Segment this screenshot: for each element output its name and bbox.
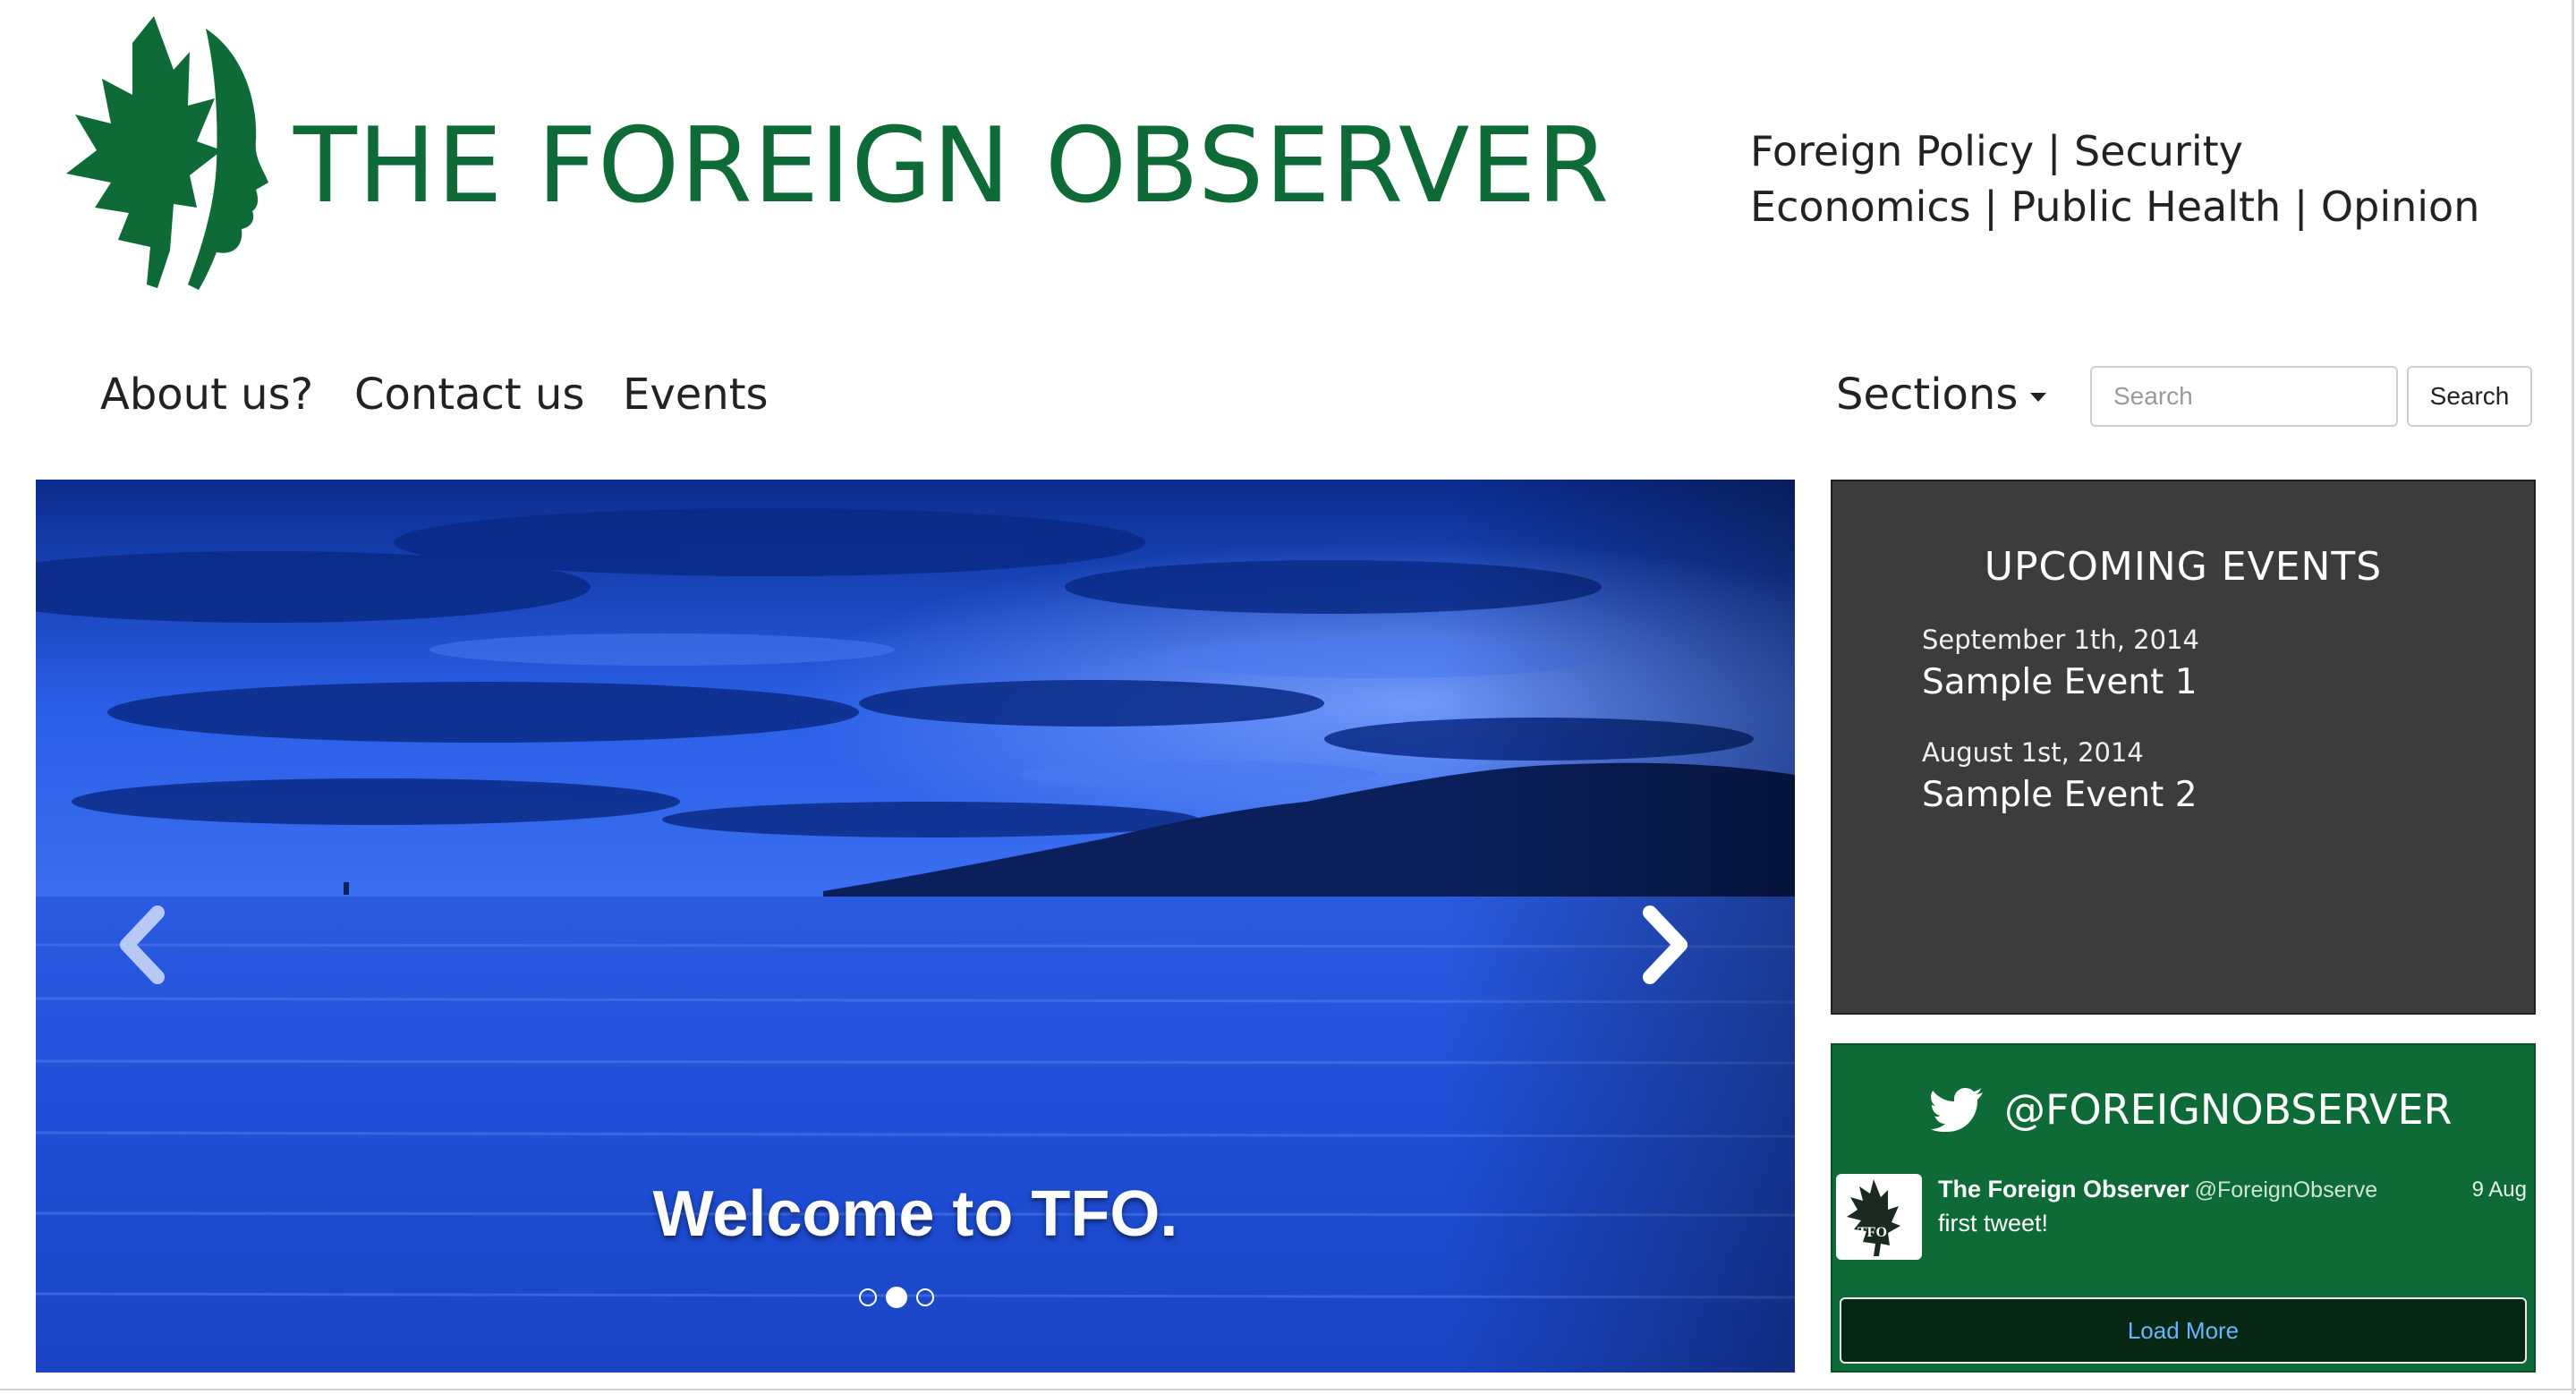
twitter-bird-icon <box>1931 1088 1983 1132</box>
chevron-right-icon[interactable] <box>1628 900 1700 990</box>
tweet-author-name: The Foreign Observer <box>1938 1176 2189 1203</box>
page-bottom-border <box>0 1389 2576 1390</box>
twitter-handle-link[interactable]: @FOREIGNOBSERVER <box>1931 1081 2452 1138</box>
event-link[interactable]: Sample Event 2 <box>1922 775 2198 815</box>
carousel-indicator-2[interactable] <box>886 1287 907 1308</box>
avatar-label: TFO <box>1858 1225 1887 1240</box>
site-tagline: Foreign Policy | Security Economics | Pu… <box>1750 123 2479 234</box>
page-right-border <box>2572 0 2574 1394</box>
load-more-button[interactable]: Load More <box>1840 1297 2527 1364</box>
carousel-caption: Welcome to TFO. <box>652 1178 1178 1250</box>
nav-link-events[interactable]: Events <box>623 370 769 420</box>
site-title[interactable]: THE FOREIGN OBSERVER <box>293 115 1610 218</box>
carousel-indicator-1[interactable] <box>859 1288 877 1306</box>
sections-dropdown-label: Sections <box>1836 370 2019 420</box>
tweet-date[interactable]: 9 Aug <box>2472 1177 2527 1203</box>
site-header: THE FOREIGN OBSERVER Foreign Policy | Se… <box>0 0 2576 331</box>
main-navigation: About us? Contact us Events Sections Sea… <box>0 353 2576 434</box>
tweet-screen-name: @ForeignObserve <box>2194 1177 2378 1203</box>
tagline-line-2: Economics | Public Health | Opinion <box>1750 183 2480 231</box>
upcoming-events-panel: UPCOMING EVENTS September 1th, 2014 Samp… <box>1831 480 2536 1015</box>
hero-carousel[interactable]: Welcome to TFO. <box>36 480 1795 1373</box>
caret-down-icon <box>2030 393 2047 402</box>
carousel-indicator-3[interactable] <box>916 1288 934 1306</box>
search-button[interactable]: Search <box>2407 366 2532 427</box>
sections-dropdown[interactable]: Sections <box>1836 370 2047 420</box>
carousel-indicators <box>859 1287 934 1308</box>
nav-link-contact[interactable]: Contact us <box>354 370 584 420</box>
search-input[interactable] <box>2090 366 2398 427</box>
tfo-avatar-leaf-icon: TFO <box>1847 1179 1900 1256</box>
leaf-profile-logo-icon[interactable] <box>39 16 272 292</box>
events-title: UPCOMING EVENTS <box>1984 544 2383 590</box>
twitter-feed-panel: @FOREIGNOBSERVER TFO The Foreign Observe… <box>1831 1043 2536 1373</box>
event-link[interactable]: Sample Event 1 <box>1922 662 2198 702</box>
event-date: September 1th, 2014 <box>1922 625 2199 655</box>
tweet-author-line[interactable]: The Foreign Observer @ForeignObserve <box>1938 1176 2377 1203</box>
tagline-line-1: Foreign Policy | Security <box>1750 127 2243 175</box>
tweet-text: first tweet! <box>1938 1210 2049 1237</box>
event-date: August 1st, 2014 <box>1922 737 2144 768</box>
nav-link-about[interactable]: About us? <box>100 370 313 420</box>
chevron-left-icon[interactable] <box>107 900 179 990</box>
twitter-handle-text: @FOREIGNOBSERVER <box>2004 1085 2453 1134</box>
tweet-avatar[interactable]: TFO <box>1836 1174 1922 1260</box>
